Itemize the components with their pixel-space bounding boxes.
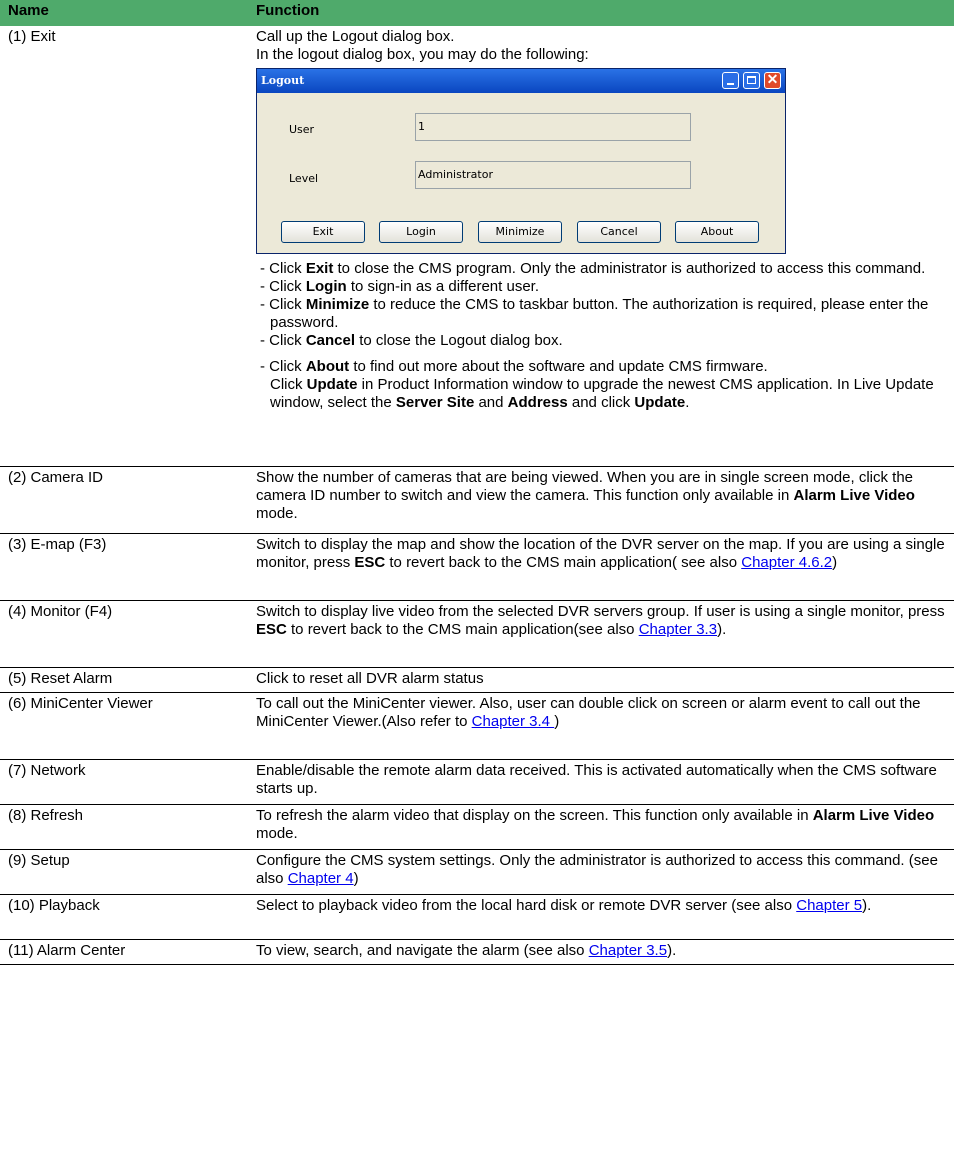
chapter-link[interactable]: Chapter 3.3 — [639, 621, 717, 638]
about-button[interactable]: About — [675, 221, 759, 243]
function-table: Name Function (1) Exit Call up the Logou… — [0, 0, 954, 965]
header-name: Name — [0, 0, 248, 26]
row-name: (7) Network — [0, 759, 248, 805]
row-function: Select to playback video from the local … — [248, 894, 954, 940]
list-item-update: Click Update in Product Information wind… — [270, 376, 934, 411]
level-field: Administrator — [415, 161, 691, 189]
action-list: - Click Exit to close the CMS program. O… — [256, 260, 948, 412]
maximize-window-icon[interactable] — [743, 72, 760, 89]
text-line: Call up the Logout dialog box. — [256, 28, 455, 45]
table-row-emap: (3) E-map (F3) Switch to display the map… — [0, 533, 954, 601]
row-name: (8) Refresh — [0, 804, 248, 850]
row-name: (2) Camera ID — [0, 466, 248, 534]
close-window-icon[interactable]: ✕ — [764, 72, 781, 89]
user-field[interactable]: 1 — [415, 113, 691, 141]
row-function: Switch to display the map and show the l… — [248, 533, 954, 601]
header-function: Function — [248, 0, 954, 26]
row-function: Enable/disable the remote alarm data rec… — [248, 759, 954, 805]
table-row-reset-alarm: (5) Reset Alarm Click to reset all DVR a… — [0, 667, 954, 693]
row-name: (11) Alarm Center — [0, 939, 248, 965]
row-function: Switch to display live video from the se… — [248, 600, 954, 668]
chapter-link[interactable]: Chapter 4 — [288, 870, 354, 887]
table-row-monitor: (4) Monitor (F4) Switch to display live … — [0, 600, 954, 668]
list-item: - Click Minimize to reduce the CMS to ta… — [260, 296, 929, 331]
row-name: (1) Exit — [0, 26, 248, 467]
row-function: Call up the Logout dialog box. In the lo… — [248, 26, 954, 467]
text-line: In the logout dialog box, you may do the… — [256, 46, 589, 63]
table-header-row: Name Function — [0, 0, 954, 26]
list-item: - Click Cancel to close the Logout dialo… — [260, 332, 563, 349]
list-item: - Click Login to sign-in as a different … — [260, 278, 539, 295]
chapter-link[interactable]: Chapter 5 — [796, 897, 862, 914]
list-item: - Click About to find out more about the… — [260, 358, 768, 375]
row-function: To refresh the alarm video that display … — [248, 804, 954, 850]
row-function: To view, search, and navigate the alarm … — [248, 939, 954, 965]
row-name: (4) Monitor (F4) — [0, 600, 248, 668]
table-row-refresh: (8) Refresh To refresh the alarm video t… — [0, 804, 954, 850]
row-name: (6) MiniCenter Viewer — [0, 692, 248, 760]
chapter-link[interactable]: Chapter 3.5 — [589, 942, 667, 959]
table-row-alarm-center: (11) Alarm Center To view, search, and n… — [0, 939, 954, 965]
chapter-link[interactable]: Chapter 4.6.2 — [741, 554, 832, 571]
row-name: (10) Playback — [0, 894, 248, 940]
row-function: Click to reset all DVR alarm status — [248, 667, 954, 693]
minimize-button[interactable]: Minimize — [478, 221, 562, 243]
list-item: - Click Exit to close the CMS program. O… — [260, 260, 926, 277]
minimize-window-icon[interactable] — [722, 72, 739, 89]
row-function: Show the number of cameras that are bein… — [248, 466, 954, 534]
login-button[interactable]: Login — [379, 221, 463, 243]
table-row-playback: (10) Playback Select to playback video f… — [0, 894, 954, 940]
row-name: (5) Reset Alarm — [0, 667, 248, 693]
row-name: (9) Setup — [0, 849, 248, 895]
dialog-title: Logout — [261, 74, 305, 87]
table-row-exit: (1) Exit Call up the Logout dialog box. … — [0, 26, 954, 467]
table-row-setup: (9) Setup Configure the CMS system setti… — [0, 849, 954, 895]
table-row-network: (7) Network Enable/disable the remote al… — [0, 759, 954, 805]
level-label: Level — [289, 172, 319, 185]
dialog-titlebar: Logout ✕ — [257, 69, 785, 93]
user-label: User — [289, 123, 315, 136]
cancel-button[interactable]: Cancel — [577, 221, 661, 243]
chapter-link[interactable]: Chapter 3.4 — [472, 713, 555, 730]
row-function: Configure the CMS system settings. Only … — [248, 849, 954, 895]
table-row-camera-id: (2) Camera ID Show the number of cameras… — [0, 466, 954, 534]
exit-button[interactable]: Exit — [281, 221, 365, 243]
logout-dialog: Logout ✕ User 1 Level Administrator Exit… — [256, 68, 786, 254]
table-row-minicenter: (6) MiniCenter Viewer To call out the Mi… — [0, 692, 954, 760]
row-name: (3) E-map (F3) — [0, 533, 248, 601]
row-function: To call out the MiniCenter viewer. Also,… — [248, 692, 954, 760]
